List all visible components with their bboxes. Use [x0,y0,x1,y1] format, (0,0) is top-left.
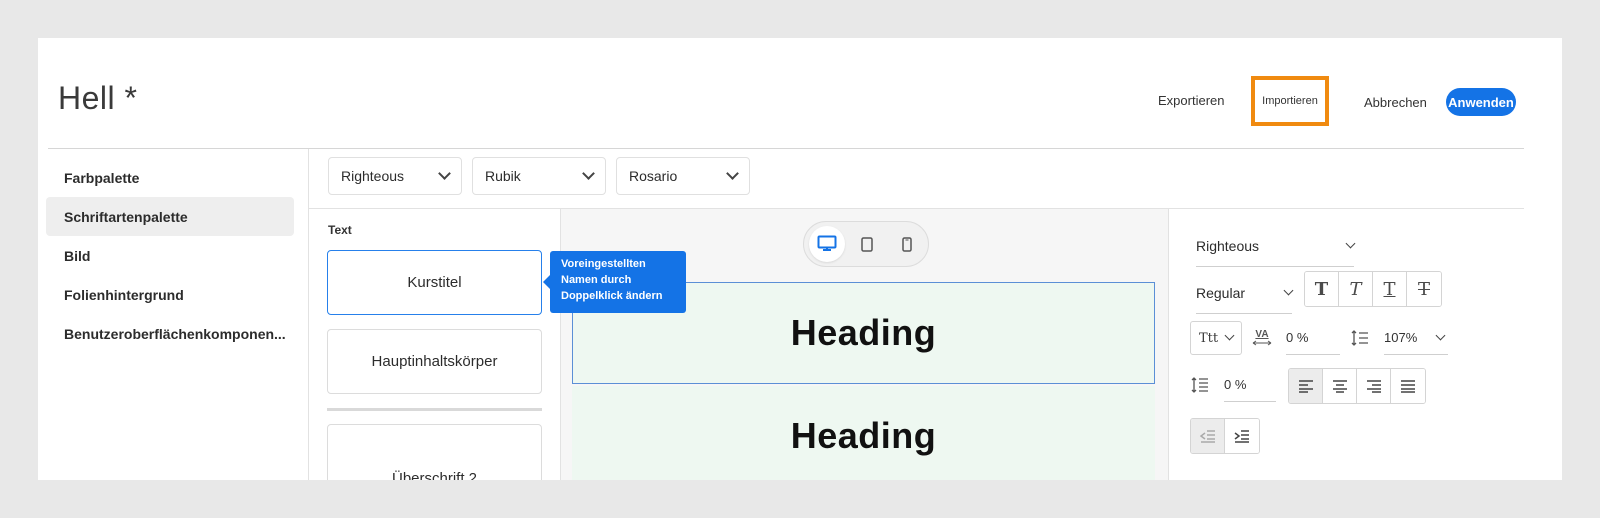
sidebar-item-slide-background[interactable]: Folienhintergrund [46,275,294,314]
import-button[interactable]: Importieren [1251,76,1329,126]
font-dropdown-3-value: Rosario [629,168,678,184]
paragraph-spacing-input[interactable]: 0 % [1224,368,1276,402]
import-button-label: Importieren [1262,95,1318,107]
font-dropdown-2[interactable]: Rubik [472,157,606,195]
font-weight-dropdown[interactable]: Regular [1196,280,1294,314]
text-style-heading-2[interactable]: Überschrift 2 [327,424,542,480]
text-style-buttons: T T T T [1304,271,1442,307]
chevron-down-icon [726,167,739,180]
preview-heading-block[interactable]: Heading [572,386,1155,480]
chevron-down-icon [1224,330,1235,341]
sidebar-item-color-palette[interactable]: Farbpalette [46,158,294,197]
italic-icon[interactable]: T [1339,272,1373,306]
rename-tooltip: Voreingestellten Namen durch Doppelklick… [543,251,686,313]
align-left-icon[interactable] [1289,369,1323,403]
sidebar-item-ui-components[interactable]: Benutzeroberflächenkomponen... [46,314,294,353]
outdent-icon[interactable] [1191,419,1225,453]
chevron-down-icon [1283,285,1294,295]
sidebar-divider [308,149,309,480]
desktop-icon[interactable] [809,226,845,262]
text-case-dropdown[interactable]: Ttt [1190,321,1242,355]
text-style-main-body[interactable]: Hauptinhaltskörper [327,329,542,394]
underline-icon[interactable]: T [1373,272,1407,306]
line-height-value: 107% [1384,330,1418,345]
cancel-button[interactable]: Abbrechen [1364,95,1427,110]
preview-heading-text: Heading [790,415,937,456]
tracking-icon: VA [1250,325,1274,351]
font-weight-value: Regular [1196,284,1246,301]
tooltip-line: Namen durch [561,274,632,286]
text-section-label: Text [328,223,352,237]
tooltip-line: Voreingestellten [561,258,646,270]
font-dropdown-2-value: Rubik [485,168,521,184]
device-switcher [803,221,929,267]
indent-buttons [1190,418,1260,454]
strikethrough-icon[interactable]: T [1407,272,1441,306]
bold-icon[interactable]: T [1305,272,1339,306]
list-separator [327,408,542,411]
font-dropdown-1-value: Righteous [341,168,405,184]
line-height-dropdown[interactable]: 107% [1384,321,1448,355]
paragraph-spacing-icon [1190,375,1210,395]
tracking-icon-text: VA [1255,329,1269,340]
theme-editor-panel: Hell * Exportieren Importieren Abbrechen… [38,38,1562,480]
font-palette-row: Righteous Rubik Rosario [328,157,750,195]
align-justify-icon[interactable] [1391,369,1425,403]
apply-button[interactable]: Anwenden [1446,88,1516,116]
indent-icon[interactable] [1225,419,1259,453]
sidebar: Farbpalette Schriftartenpalette Bild Fol… [46,158,294,353]
text-style-course-title[interactable]: Kurstitel [327,250,542,315]
chevron-down-icon [438,167,451,180]
sidebar-item-font-palette[interactable]: Schriftartenpalette [46,197,294,236]
font-dropdown-1[interactable]: Righteous [328,157,462,195]
page-title: Hell * [58,80,138,116]
align-right-icon[interactable] [1357,369,1391,403]
align-center-icon[interactable] [1323,369,1357,403]
sidebar-item-image[interactable]: Bild [46,236,294,275]
font-family-value: Righteous [1196,237,1260,254]
chevron-down-icon [1435,330,1446,340]
chevron-down-icon [582,167,595,180]
tooltip-line: Doppelklick ändern [561,290,663,302]
tablet-icon[interactable] [849,226,885,262]
preview-heading-text: Heading [790,312,937,353]
text-case-icon: Ttt [1198,330,1219,346]
properties-divider [1168,209,1169,480]
header-divider [48,148,1524,149]
export-button[interactable]: Exportieren [1158,93,1224,108]
character-spacing-input[interactable]: 0 % [1286,321,1340,355]
line-height-icon [1350,328,1370,348]
chevron-down-icon [1345,238,1356,248]
font-dropdown-3[interactable]: Rosario [616,157,750,195]
mobile-icon[interactable] [889,226,925,262]
font-family-dropdown[interactable]: Righteous [1196,233,1356,267]
alignment-buttons [1288,368,1426,404]
